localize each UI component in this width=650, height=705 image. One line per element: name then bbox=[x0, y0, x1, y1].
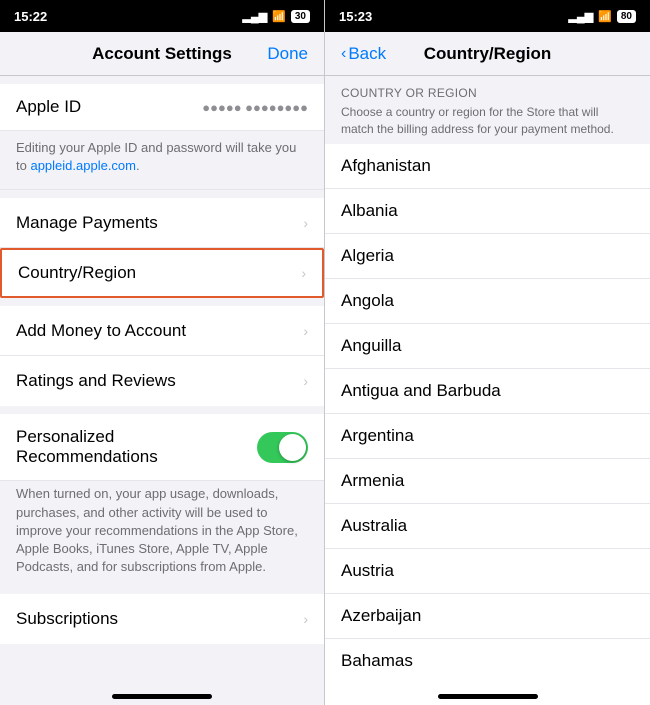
country-list: Afghanistan Albania Algeria Angola Angui… bbox=[325, 144, 650, 677]
chevron-right-icon: › bbox=[303, 215, 308, 231]
menu-section-2: Add Money to Account › Ratings and Revie… bbox=[0, 306, 324, 406]
apple-id-link[interactable]: appleid.apple.com bbox=[30, 158, 136, 173]
right-nav-title: Country/Region bbox=[424, 44, 552, 64]
country-item-afghanistan[interactable]: Afghanistan bbox=[325, 144, 650, 189]
battery-right: 80 bbox=[617, 10, 636, 23]
country-item-austria[interactable]: Austria bbox=[325, 549, 650, 594]
battery-left: 30 bbox=[291, 10, 310, 23]
status-bar-right: 15:23 ▂▄▆ 📶 80 bbox=[325, 0, 650, 32]
description-text: Editing your Apple ID and password will … bbox=[16, 139, 308, 175]
country-section-title: COUNTRY OR REGION bbox=[341, 86, 634, 100]
spacer1 bbox=[0, 190, 324, 198]
country-item-armenia[interactable]: Armenia bbox=[325, 459, 650, 504]
settings-content: Apple ID ●●●●● ●●●●●●●● Editing your App… bbox=[0, 76, 324, 677]
home-indicator-left bbox=[0, 677, 324, 705]
chevron-right-icon-2: › bbox=[301, 265, 306, 281]
personalized-toggle[interactable] bbox=[257, 432, 308, 463]
toggle-knob bbox=[279, 434, 306, 461]
country-item-albania[interactable]: Albania bbox=[325, 189, 650, 234]
country-item-australia[interactable]: Australia bbox=[325, 504, 650, 549]
right-nav: ‹ Back Country/Region bbox=[325, 32, 650, 76]
country-item-azerbaijan[interactable]: Azerbaijan bbox=[325, 594, 650, 639]
menu-section: Manage Payments › Country/Region › bbox=[0, 198, 324, 298]
personalized-label: Personalized Recommendations bbox=[16, 427, 257, 467]
wifi-icon-left: 📶 bbox=[272, 10, 286, 23]
home-indicator-right bbox=[325, 677, 650, 705]
country-item-bahamas[interactable]: Bahamas bbox=[325, 639, 650, 677]
nav-title-left: Account Settings bbox=[92, 44, 232, 64]
signal-icon-right: ▂▄▆ bbox=[568, 10, 593, 23]
country-item-algeria[interactable]: Algeria bbox=[325, 234, 650, 279]
right-panel: 15:23 ▂▄▆ 📶 80 ‹ Back Country/Region COU… bbox=[325, 0, 650, 705]
status-icons-left: ▂▄▆ 📶 30 bbox=[242, 10, 310, 23]
spacer4 bbox=[0, 586, 324, 594]
spacer2 bbox=[0, 298, 324, 306]
back-label: Back bbox=[348, 44, 386, 64]
nav-bar-left: Account Settings Done bbox=[0, 32, 324, 76]
country-item-anguilla[interactable]: Anguilla bbox=[325, 324, 650, 369]
apple-id-email: ●●●●● ●●●●●●●● bbox=[202, 100, 308, 115]
manage-payments-item[interactable]: Manage Payments › bbox=[0, 198, 324, 248]
add-money-label: Add Money to Account bbox=[16, 321, 186, 341]
ratings-reviews-label: Ratings and Reviews bbox=[16, 371, 176, 391]
manage-payments-label: Manage Payments bbox=[16, 213, 158, 233]
left-panel: 15:22 ▂▄▆ 📶 30 Account Settings Done App… bbox=[0, 0, 325, 705]
chevron-right-icon-5: › bbox=[303, 611, 308, 627]
chevron-right-icon-3: › bbox=[303, 323, 308, 339]
status-icons-right: ▂▄▆ 📶 80 bbox=[568, 10, 636, 23]
country-region-label: Country/Region bbox=[18, 263, 136, 283]
wifi-icon-right: 📶 bbox=[598, 10, 612, 23]
personalized-desc-text: When turned on, your app usage, download… bbox=[16, 485, 308, 576]
country-section-desc: Choose a country or region for the Store… bbox=[341, 104, 634, 138]
chevron-right-icon-4: › bbox=[303, 373, 308, 389]
spacer3 bbox=[0, 406, 324, 414]
subscriptions-label: Subscriptions bbox=[16, 609, 118, 629]
back-button[interactable]: ‹ Back bbox=[341, 44, 386, 64]
country-region-item[interactable]: Country/Region › bbox=[0, 248, 324, 298]
country-section-header: COUNTRY OR REGION Choose a country or re… bbox=[325, 76, 650, 144]
time-left: 15:22 bbox=[14, 9, 47, 24]
add-money-item[interactable]: Add Money to Account › bbox=[0, 306, 324, 356]
personalized-desc: When turned on, your app usage, download… bbox=[0, 481, 324, 586]
country-item-antigua[interactable]: Antigua and Barbuda bbox=[325, 369, 650, 414]
home-bar-left bbox=[112, 694, 212, 699]
time-right: 15:23 bbox=[339, 9, 372, 24]
apple-id-label: Apple ID bbox=[16, 97, 81, 117]
country-item-argentina[interactable]: Argentina bbox=[325, 414, 650, 459]
ratings-reviews-item[interactable]: Ratings and Reviews › bbox=[0, 356, 324, 406]
subscriptions-item[interactable]: Subscriptions › bbox=[0, 594, 324, 644]
country-item-angola[interactable]: Angola bbox=[325, 279, 650, 324]
done-button[interactable]: Done bbox=[267, 44, 308, 64]
apple-id-section: Apple ID ●●●●● ●●●●●●●● bbox=[0, 84, 324, 131]
apple-id-row[interactable]: Apple ID ●●●●● ●●●●●●●● bbox=[16, 97, 308, 117]
status-bar-left: 15:22 ▂▄▆ 📶 30 bbox=[0, 0, 324, 32]
description-section: Editing your Apple ID and password will … bbox=[0, 131, 324, 190]
signal-icon-left: ▂▄▆ bbox=[242, 10, 267, 23]
subscriptions-section: Subscriptions › bbox=[0, 594, 324, 644]
personalized-item[interactable]: Personalized Recommendations bbox=[0, 414, 324, 481]
home-bar-right bbox=[438, 694, 538, 699]
back-chevron-icon: ‹ bbox=[341, 45, 346, 63]
